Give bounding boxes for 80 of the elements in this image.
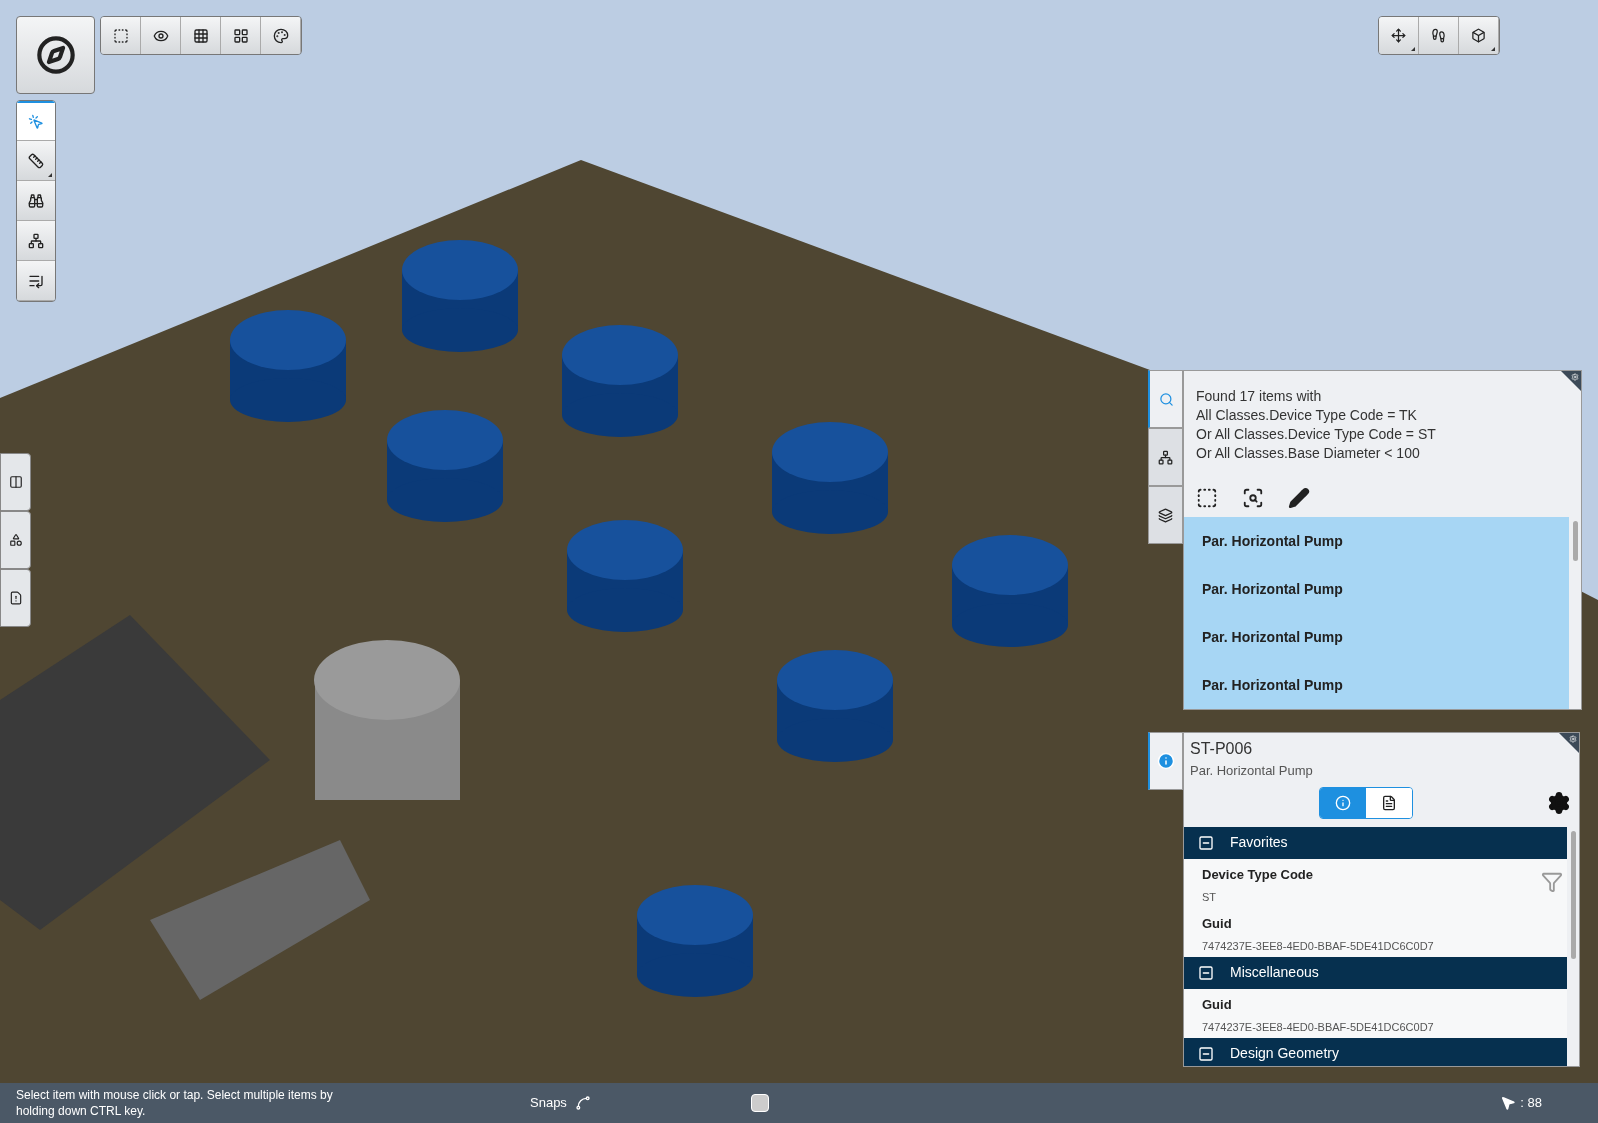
property-value: ST	[1202, 890, 1217, 905]
scrollbar-thumb[interactable]	[1572, 521, 1578, 561]
report-icon	[8, 591, 23, 605]
select-cursor-icon	[28, 113, 44, 130]
linked-document-icon	[1380, 794, 1397, 811]
search-criteria-text: All Classes.Device Type Code = TK	[1196, 406, 1417, 425]
search-criteria-text: Found 17 items with	[1196, 387, 1322, 406]
section-title: Favorites	[1230, 833, 1288, 852]
panel-tab[interactable]	[1148, 428, 1183, 486]
collapse-icon	[1198, 1045, 1214, 1062]
navigation-button[interactable]	[1459, 17, 1499, 54]
status-hint-text: Select item with mouse click or tap. Select multiple items by holding down CTRL key.	[16, 1087, 334, 1119]
menu-corner-icon	[1491, 47, 1495, 51]
tool-button[interactable]	[17, 261, 55, 301]
cursor-count: : 88	[1520, 1094, 1542, 1113]
footprints-icon	[1431, 28, 1446, 43]
section-header[interactable]: Miscellaneous	[1184, 956, 1567, 989]
menu-corner-icon	[48, 173, 52, 177]
property-value: 7474237E-3EE8-4ED0-BBAF-5DE41DC6C0D7	[1202, 939, 1434, 954]
navigation-button[interactable]	[1419, 17, 1459, 54]
toolbar-button[interactable]	[221, 17, 261, 54]
dot-grid-icon	[192, 27, 209, 44]
search-criteria-text: Or All Classes.Device Type Code = ST	[1196, 425, 1436, 444]
property-name: Guid	[1202, 914, 1232, 933]
shapes-icon	[8, 533, 23, 547]
item-title: ST-P006	[1189, 739, 1253, 759]
toolbar-button[interactable]	[261, 17, 301, 54]
squares-icon	[232, 27, 249, 44]
app-logo-button[interactable]	[16, 16, 95, 94]
connector-icon	[28, 232, 44, 249]
binoculars-icon	[28, 192, 44, 209]
side-panel-tab[interactable]	[0, 569, 31, 627]
menu-corner-icon	[1411, 47, 1415, 51]
toolbar-button[interactable]	[141, 17, 181, 54]
scrollbar-thumb[interactable]	[1570, 830, 1576, 959]
cube-icon	[1471, 28, 1486, 43]
side-panel-tab[interactable]	[0, 511, 31, 569]
filter-icon[interactable]	[1541, 870, 1563, 893]
tool-button[interactable]	[17, 141, 55, 181]
zoom-to-selection-icon[interactable]	[1242, 487, 1264, 509]
property-name: Device Type Code	[1202, 865, 1314, 884]
result-list-item[interactable]: Par. Horizontal Pump	[1184, 661, 1569, 709]
select-all-icon[interactable]	[1196, 487, 1218, 509]
view-toggle-button[interactable]	[1365, 787, 1412, 818]
info-list-icon	[1334, 794, 1351, 811]
result-list-item[interactable]: Par. Horizontal Pump	[1184, 613, 1569, 661]
palette-icon	[272, 27, 289, 44]
cursor-icon	[1500, 1095, 1517, 1111]
section-header[interactable]: Design Geometry	[1184, 1037, 1567, 1066]
section-header[interactable]: Favorites	[1184, 826, 1567, 859]
item-subtitle: Par. Horizontal Pump	[1189, 762, 1313, 780]
result-list-item[interactable]: Par. Horizontal Pump	[1184, 517, 1569, 565]
result-list-item[interactable]: Par. Horizontal Pump	[1184, 565, 1569, 613]
section-title: Miscellaneous	[1230, 963, 1319, 982]
view-mode-icon[interactable]	[750, 1094, 769, 1112]
collapse-icon	[1198, 964, 1214, 981]
box-select-icon	[112, 27, 129, 44]
navigation-button[interactable]	[1379, 17, 1419, 54]
panel-tab[interactable]	[1148, 486, 1183, 544]
snaps-label: Snaps	[530, 1094, 567, 1113]
toolbar-button[interactable]	[181, 17, 221, 54]
hierarchy-icon	[1158, 449, 1173, 465]
layers-icon	[1158, 507, 1173, 523]
search-criteria-text: Or All Classes.Base Diameter < 100	[1196, 444, 1420, 463]
side-panel-tab[interactable]	[0, 453, 31, 511]
snap-curve-icon[interactable]	[574, 1095, 591, 1111]
view-toggle-button[interactable]	[1319, 787, 1366, 818]
split-view-icon	[8, 475, 23, 489]
move-icon	[1391, 28, 1406, 43]
section-title: Design Geometry	[1230, 1044, 1339, 1063]
search-list-icon	[1158, 391, 1174, 407]
info-icon	[1157, 752, 1175, 770]
ruler-icon	[28, 152, 44, 169]
panel-tab[interactable]	[1148, 732, 1183, 790]
property-value: 7474237E-3EE8-4ED0-BBAF-5DE41DC6C0D7	[1202, 1020, 1434, 1035]
pencil-icon[interactable]	[1288, 487, 1310, 509]
collapse-icon	[1198, 834, 1214, 851]
tool-button[interactable]	[17, 221, 55, 261]
tool-button[interactable]	[17, 181, 55, 221]
property-name: Guid	[1202, 995, 1232, 1014]
